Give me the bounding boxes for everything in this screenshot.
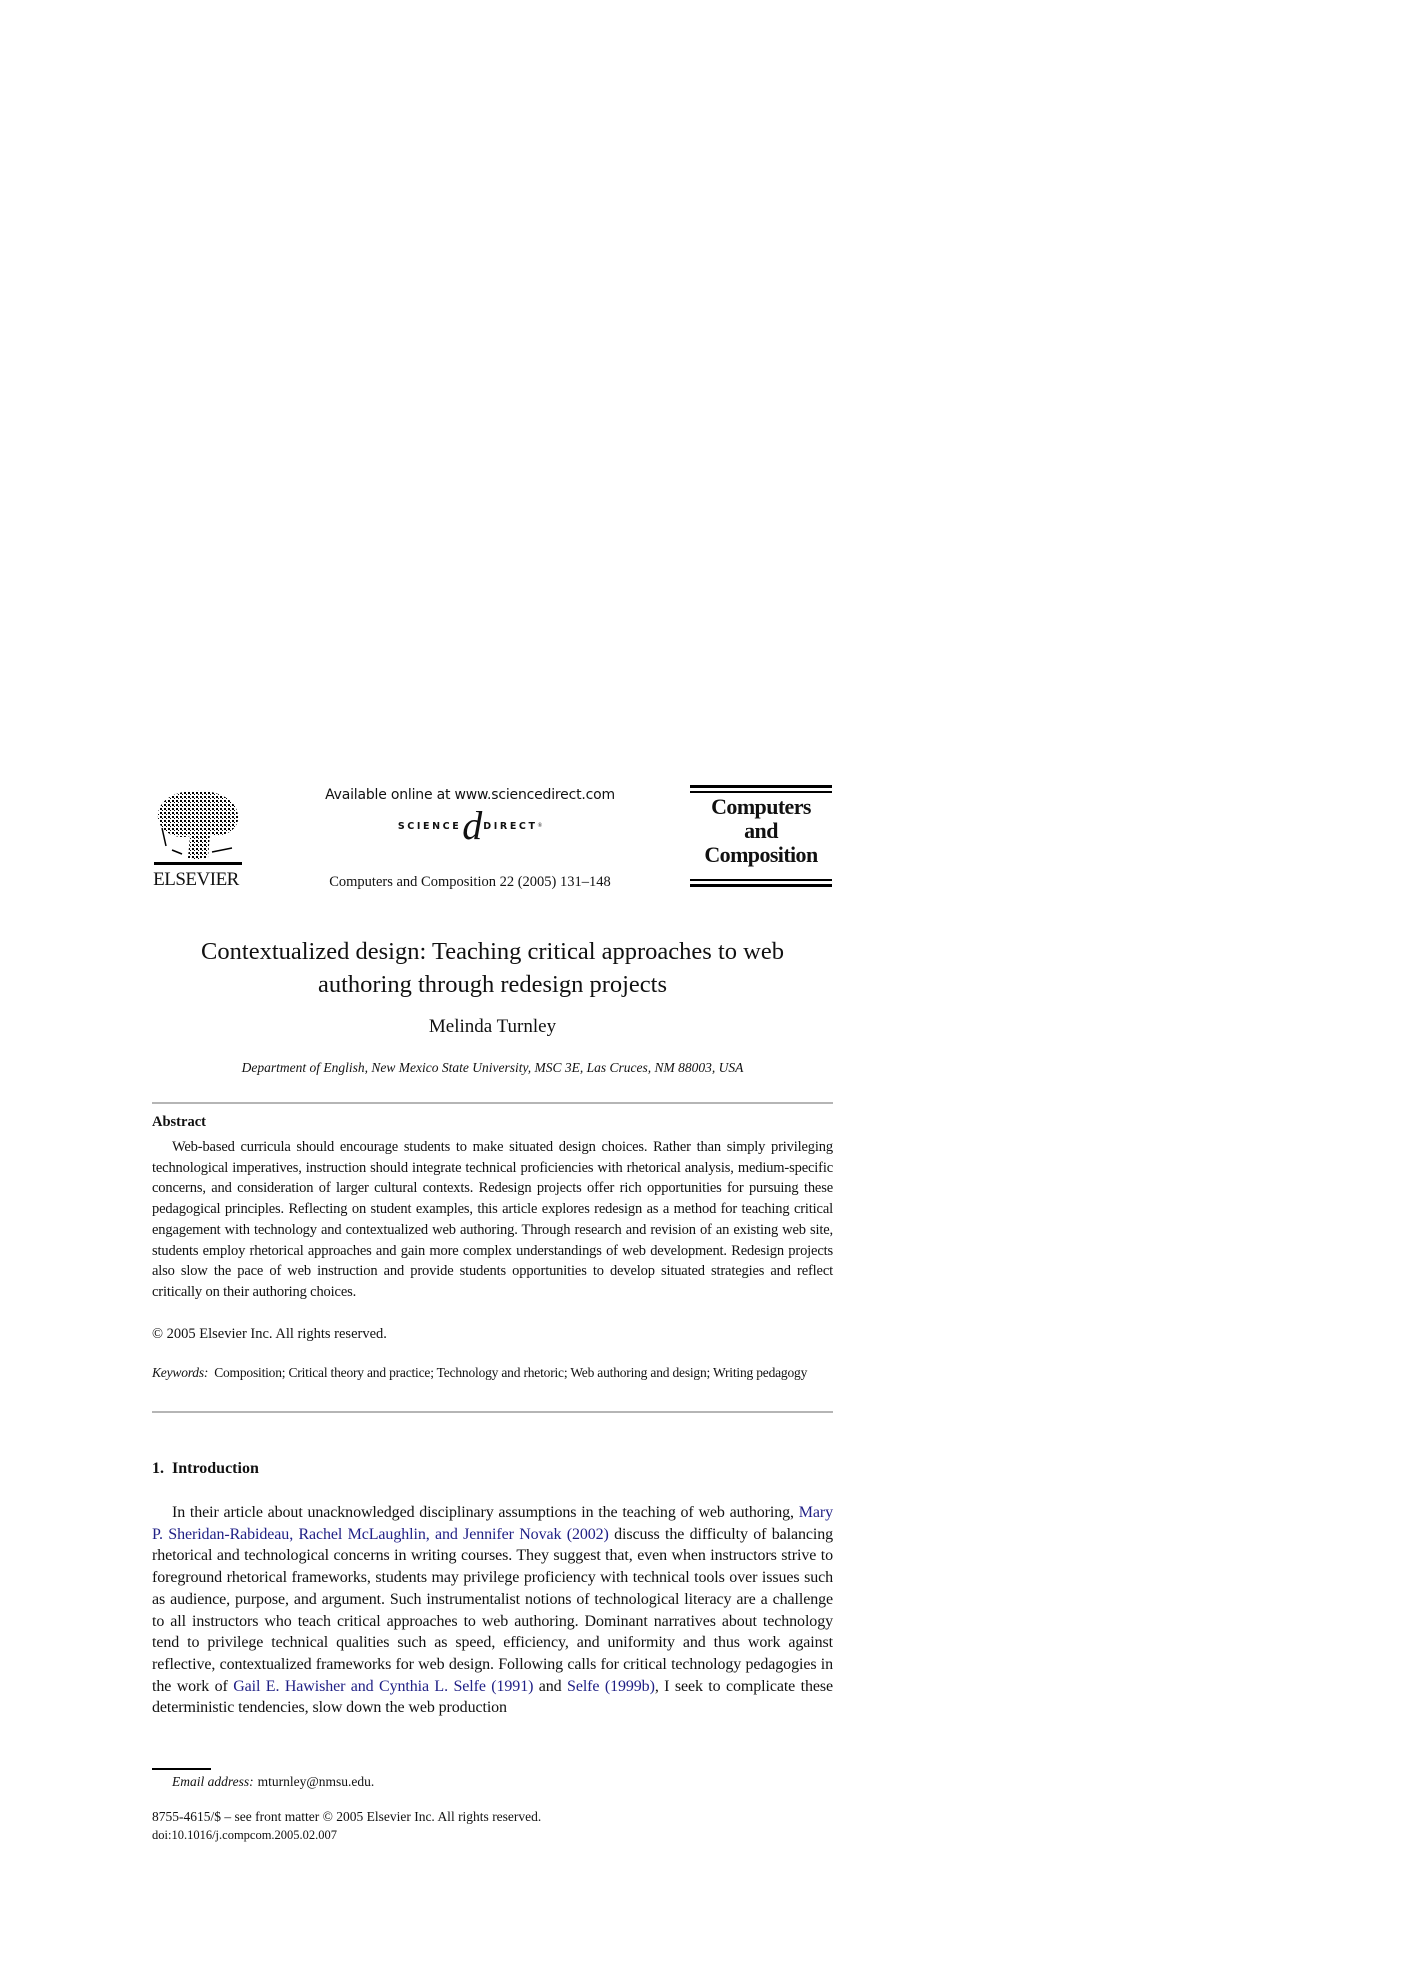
keywords: Keywords: Composition; Critical theory an… [152,1362,833,1383]
footnote-email: Email address: mturnley@nmsu.edu. [172,1773,374,1791]
citation-link-hawisher-selfe-1991[interactable]: Gail E. Hawisher and Cynthia L. Selfe (1… [233,1678,533,1695]
journal-logo-line: Computers [711,794,811,819]
journal-logo-rule-top [690,785,832,788]
section-heading: 1. Introduction [152,1458,259,1480]
journal-logo-text: Computers and Composition [690,795,832,867]
journal-logo-rule-bottom-thin [690,879,832,881]
journal-logo-rule-top-thin [690,791,832,793]
email-label: Email address: [172,1774,254,1789]
keywords-list: Composition; Critical theory and practic… [214,1365,808,1380]
abstract-top-rule [152,1102,833,1104]
journal-logo: Computers and Composition [690,785,832,889]
doi[interactable]: doi:10.1016/j.compcom.2005.02.007 [152,1826,337,1844]
keywords-label: Keywords: [152,1365,209,1380]
sciencedirect-logo[interactable]: SCIENCE d DIRECT ® [330,803,610,848]
sd-science: SCIENCE [397,820,462,832]
citation-link-selfe-1999b[interactable]: Selfe (1999b) [567,1678,655,1695]
journal-logo-line: and [744,818,778,843]
article-title: Contextualized design: Teaching critical… [201,938,784,998]
footnote-rule [152,1768,211,1770]
journal-logo-rule-bottom [690,884,832,887]
section-number: 1. [152,1460,164,1477]
author-affiliation: Department of English, New Mexico State … [241,1060,744,1075]
sd-direct: DIRECT [483,820,538,832]
author-name: Melinda Turnley [428,1016,557,1037]
journal-logo-line: Composition [704,842,818,867]
elsevier-wordmark: ELSEVIER [153,869,239,890]
email-address[interactable]: mturnley@nmsu.edu. [258,1774,375,1789]
abstract-text: Web-based curricula should encourage stu… [152,1139,833,1300]
registered-mark: ® [537,823,543,829]
text-run: and [533,1677,568,1695]
text-run: In their article about unacknowledged di… [172,1504,799,1521]
abstract-copyright: © 2005 Elsevier Inc. All rights reserved… [152,1326,387,1342]
sd-at-icon: d [462,803,483,848]
front-matter-notice: 8755-4615/$ – see front matter © 2005 El… [152,1809,542,1824]
abstract-bottom-rule [152,1411,833,1413]
tree-icon [154,790,242,865]
section-title: Introduction [172,1460,259,1477]
intro-paragraph: In their article about unacknowledged di… [152,1502,833,1719]
available-online-text[interactable]: Available online at www.sciencedirect.co… [300,786,640,804]
journal-citation: Computers and Composition 22 (2005) 131–… [329,874,611,890]
text-run: discuss the difficulty of balancing rhet… [152,1525,833,1695]
abstract-heading: Abstract [152,1114,206,1130]
